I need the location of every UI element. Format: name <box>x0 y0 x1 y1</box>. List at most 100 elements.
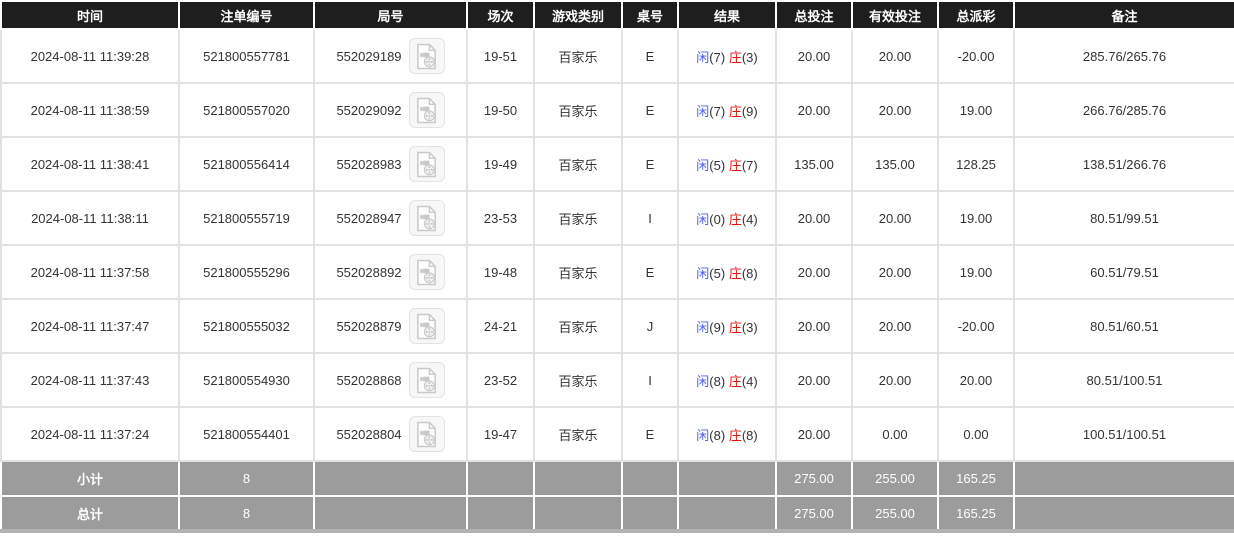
table-number-cell: I <box>622 191 678 245</box>
player-result-score: (0) <box>709 212 725 227</box>
valid-bet-cell: 0.00 <box>852 407 938 461</box>
bet-number-cell: 521800554401 <box>179 407 314 461</box>
game-type-cell: 百家乐 <box>534 83 622 137</box>
footer-empty-cell <box>467 461 534 496</box>
game-type-cell: 百家乐 <box>534 245 622 299</box>
bet-number-cell: 521800557781 <box>179 29 314 83</box>
footer-empty-cell <box>678 496 776 531</box>
banker-result-score: (3) <box>742 320 758 335</box>
bet-number-cell: 521800555719 <box>179 191 314 245</box>
footer-label-cell: 总计 <box>1 496 179 531</box>
record-row: 2024-08-11 11:37:24521800554401 552028804… <box>1 407 1234 461</box>
footer-total-bet-cell: 275.00 <box>776 461 852 496</box>
header-row: 时间 注单编号 局号 场次 游戏类别 桌号 结果 总投注 有效投注 总派彩 备注 <box>1 1 1234 29</box>
time-cell: 2024-08-11 11:37:43 <box>1 353 179 407</box>
video-file-icon <box>415 43 438 70</box>
table-number-cell: J <box>622 299 678 353</box>
remark-cell: 80.51/99.51 <box>1014 191 1234 245</box>
total-bet-cell: 135.00 <box>776 137 852 191</box>
round-number: 552029092 <box>336 103 401 118</box>
col-header-remark: 备注 <box>1014 1 1234 29</box>
player-result-score: (5) <box>709 266 725 281</box>
footer-empty-cell <box>622 496 678 531</box>
video-replay-button[interactable] <box>409 92 445 128</box>
round-number: 552028983 <box>336 157 401 172</box>
video-replay-button[interactable] <box>409 308 445 344</box>
footer-empty-cell <box>1014 496 1234 531</box>
footer-payout-cell: 165.25 <box>938 496 1014 531</box>
round-cell: 552028983 <box>314 137 467 191</box>
total-bet-cell: 20.00 <box>776 83 852 137</box>
col-header-total-bet: 总投注 <box>776 1 852 29</box>
col-header-payout: 总派彩 <box>938 1 1014 29</box>
banker-result-label: 庄 <box>729 266 742 281</box>
banker-result-score: (9) <box>742 104 758 119</box>
footer-count-cell: 8 <box>179 496 314 531</box>
bet-number-cell: 521800557020 <box>179 83 314 137</box>
remark-cell: 100.51/100.51 <box>1014 407 1234 461</box>
footer-empty-cell <box>314 461 467 496</box>
total-bet-cell: 20.00 <box>776 191 852 245</box>
game-type-cell: 百家乐 <box>534 299 622 353</box>
total-bet-cell: 20.00 <box>776 29 852 83</box>
banker-result-label: 庄 <box>729 158 742 173</box>
video-file-icon <box>415 97 438 124</box>
video-file-icon <box>415 367 438 394</box>
record-row: 2024-08-11 11:37:47521800555032552028879… <box>1 299 1234 353</box>
footer-count-cell: 8 <box>179 461 314 496</box>
video-replay-button[interactable] <box>409 38 445 74</box>
col-header-bet-no: 注单编号 <box>179 1 314 29</box>
video-replay-button[interactable] <box>409 362 445 398</box>
session-cell: 19-51 <box>467 29 534 83</box>
footer-empty-cell <box>534 496 622 531</box>
footer-empty-cell <box>1014 461 1234 496</box>
bet-number-cell: 521800555296 <box>179 245 314 299</box>
payout-cell: 20.00 <box>938 353 1014 407</box>
table-number-cell: I <box>622 353 678 407</box>
col-header-session: 场次 <box>467 1 534 29</box>
time-cell: 2024-08-11 11:39:28 <box>1 29 179 83</box>
video-replay-button[interactable] <box>409 200 445 236</box>
game-type-cell: 百家乐 <box>534 29 622 83</box>
player-result-label: 闲 <box>696 50 709 65</box>
remark-cell: 80.51/60.51 <box>1014 299 1234 353</box>
payout-cell: 128.25 <box>938 137 1014 191</box>
video-replay-button[interactable] <box>409 146 445 182</box>
record-row: 2024-08-11 11:38:59521800557020 552029092… <box>1 83 1234 137</box>
time-cell: 2024-08-11 11:38:59 <box>1 83 179 137</box>
video-replay-button[interactable] <box>409 254 445 290</box>
time-cell: 2024-08-11 11:37:58 <box>1 245 179 299</box>
player-result-score: (9) <box>709 320 725 335</box>
col-header-result: 结果 <box>678 1 776 29</box>
player-result-label: 闲 <box>696 320 709 335</box>
footer-empty-cell <box>314 496 467 531</box>
round-number: 552028879 <box>336 319 401 334</box>
banker-result-score: (7) <box>742 158 758 173</box>
round-cell: 552028879 <box>314 299 467 353</box>
bet-number-cell: 521800556414 <box>179 137 314 191</box>
player-result-score: (7) <box>709 104 725 119</box>
footer-total-bet-cell: 275.00 <box>776 496 852 531</box>
payout-cell: 0.00 <box>938 407 1014 461</box>
payout-cell: -20.00 <box>938 29 1014 83</box>
player-result-score: (8) <box>709 428 725 443</box>
footer-empty-cell <box>678 461 776 496</box>
col-header-time: 时间 <box>1 1 179 29</box>
payout-cell: 19.00 <box>938 83 1014 137</box>
banker-result-score: (4) <box>742 212 758 227</box>
video-replay-button[interactable] <box>409 416 445 452</box>
footer-empty-cell <box>467 496 534 531</box>
time-cell: 2024-08-11 11:37:24 <box>1 407 179 461</box>
round-number: 552028892 <box>336 265 401 280</box>
player-result-score: (7) <box>709 50 725 65</box>
banker-result-label: 庄 <box>729 320 742 335</box>
banker-result-score: (3) <box>742 50 758 65</box>
round-cell: 552029092 <box>314 83 467 137</box>
remark-cell: 60.51/79.51 <box>1014 245 1234 299</box>
remark-cell: 285.76/265.76 <box>1014 29 1234 83</box>
footer-label-cell: 小计 <box>1 461 179 496</box>
result-cell: 闲(9) 庄(3) <box>678 299 776 353</box>
round-number: 552028804 <box>336 427 401 442</box>
remark-cell: 80.51/100.51 <box>1014 353 1234 407</box>
game-type-cell: 百家乐 <box>534 353 622 407</box>
